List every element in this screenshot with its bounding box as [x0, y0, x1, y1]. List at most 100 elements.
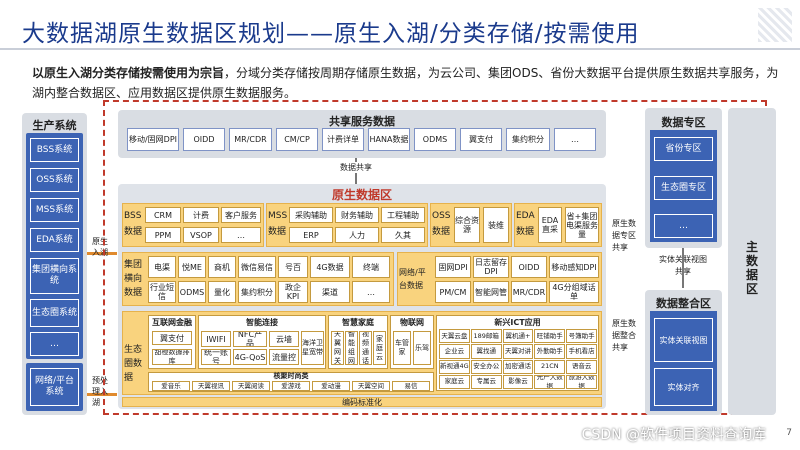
shared-item-dpi: 移动/固网DPI — [127, 128, 179, 151]
production-item-more: … — [30, 332, 79, 356]
mss-label: MSS数据 — [268, 211, 288, 237]
eco-ict-item: 手机看店 — [566, 344, 597, 359]
group-label: 集团横向数据 — [124, 260, 143, 298]
eco-home-gateway: 天翼网关 — [331, 331, 344, 365]
net-oidd: OIDD — [511, 256, 547, 278]
eco-fashion-item: 爱游戏 — [272, 381, 310, 391]
group-kpi: 政企KPI — [278, 281, 308, 303]
eco-iot-title: 物联网 — [400, 318, 424, 327]
shared-item-billing: 计费详单 — [322, 128, 364, 151]
eco-home-cloud: 家庭云 — [373, 331, 386, 365]
eco-smart-nfc: NFC产品 — [233, 331, 267, 347]
shared-item-cmcp: CM/CP — [276, 128, 318, 151]
group-114: 号百 — [278, 256, 308, 278]
eco-smart-title: 智能连接 — [246, 318, 278, 327]
eco-ict-item: 翼机通+ — [502, 329, 534, 344]
share-label: 数据共享 — [338, 162, 374, 173]
eco-ict-item: 家庭云 — [439, 374, 470, 389]
eco-label: 生态圈数据 — [124, 345, 143, 383]
shared-title: 共享服务数据 — [329, 115, 395, 128]
integrate-title: 数据整合区 — [656, 297, 711, 310]
eda-label: EDA数据 — [516, 211, 535, 237]
eco-smart-qos: 4G-QoS — [233, 349, 267, 365]
eco-fashion-item: 天翼视讯 — [192, 381, 230, 391]
eco-fashion-row: 爱音乐 天翼视讯 天翼阅读 爱游戏 爱动漫 天翼空间 易信 — [152, 381, 430, 391]
domain-title: 数据专区 — [661, 116, 706, 129]
page-number: 7 — [786, 428, 792, 438]
mss-jiuqi: 久其 — [381, 227, 425, 243]
group-quant: 量化 — [208, 281, 236, 303]
corner-decoration — [758, 8, 792, 42]
eda-direct: EDA直采 — [538, 207, 562, 243]
eco-ict-item: 专属云 — [470, 374, 502, 389]
oss-install: 装维 — [483, 207, 509, 243]
encoding-label: 编码标准化 — [342, 397, 382, 407]
net-fixed-dpi: 固网DPI — [435, 256, 471, 278]
eco-ict-item: 翼找通 — [470, 344, 502, 359]
eco-ict-item: 旺铺助手 — [534, 329, 566, 344]
group-terminal: 终端 — [352, 256, 390, 278]
eco-ict-item: 天翼云盘 — [439, 329, 470, 344]
integrate-item-view: 实体关联视图 — [654, 318, 713, 362]
watermark: CSDN @软件项目资料查询库 — [581, 427, 766, 443]
group-odms: ODMS — [178, 281, 206, 303]
eco-smart-flow: 流量控 — [269, 349, 299, 365]
mss-engineering: 工程辅助 — [381, 207, 425, 223]
eco-finance-bestpay: 翼支付 — [152, 331, 192, 345]
bss-crm: CRM — [145, 207, 181, 223]
integrate-item-align: 实体对齐 — [654, 368, 713, 406]
net-mobile-dpi: 移动感知DPI — [549, 256, 599, 278]
eco-ict-item: 189邮箱 — [470, 329, 502, 344]
eco-fashion-item: 易信 — [392, 381, 430, 391]
group-yueme: 悦ME — [178, 256, 206, 278]
page-title: 大数据湖原生数据区规划——原生入湖/分类存储/按需使用 — [22, 21, 640, 47]
title-divider — [0, 48, 800, 50]
entity-arrow — [682, 248, 684, 288]
eco-ict-item: 语音云 — [566, 359, 597, 374]
eco-iot-car: 车管家 — [393, 331, 411, 365]
eco-ict-item: 新视通4G — [439, 359, 470, 374]
net-nms: 智能网管 — [473, 281, 509, 303]
network-system: 网络/平台系统 — [30, 368, 79, 406]
eco-smart-account: 统一账号 — [201, 349, 231, 365]
intro-bold: 以原生入湖分类存储按需使用为宗旨 — [32, 66, 225, 80]
domain-item-province: 省份专区 — [654, 137, 713, 161]
eco-home-title: 智慧家庭 — [342, 318, 374, 327]
intro-text: 以原生入湖分类存储按需使用为宗旨，分域分类存储按周期存储原生数据，为云公司、集团… — [32, 63, 784, 103]
eco-smart-iwifi: IWIFI — [201, 331, 231, 347]
eco-smart-ocean: 海洋卫星宽带 — [301, 331, 324, 365]
eco-ict-item: 21CN — [534, 359, 566, 374]
group-channel: 渠道 — [310, 281, 350, 303]
eco-ict-item: 光产大数据 — [534, 374, 566, 389]
net-4g-cdr: 4G分组域话单 — [549, 281, 599, 303]
eco-ict-item: 外勤助手 — [534, 344, 566, 359]
shared-item-bestpay: 翼支付 — [460, 128, 502, 151]
eco-ict-item: 加密通话 — [502, 359, 534, 374]
group-sms: 行业短信 — [148, 281, 176, 303]
raw-title: 原生数据区 — [331, 188, 392, 202]
production-title: 生产系统 — [32, 119, 77, 132]
bss-service: 客户服务 — [221, 207, 261, 223]
group-points: 集约积分 — [238, 281, 276, 303]
share-domain-label: 原生数据专区共享 — [612, 219, 636, 252]
mss-finance: 财务辅助 — [335, 207, 379, 223]
production-item-group: 集团横向系统 — [30, 258, 79, 294]
net-log-dpi: 日志留存DPI — [473, 256, 509, 278]
mss-erp: ERP — [289, 227, 333, 243]
domain-item-more: … — [654, 214, 713, 238]
group-biz: 商机 — [208, 256, 236, 278]
eco-ict-item: 天翼对讲 — [502, 344, 534, 359]
bss-label: BSS数据 — [124, 211, 143, 237]
group-echannel: 电渠 — [148, 256, 176, 278]
production-item-mss: MSS系统 — [30, 198, 79, 222]
oss-label: OSS数据 — [432, 211, 451, 237]
shared-item-hana: HANA数据 — [368, 128, 410, 151]
master-title: 主数据区 — [745, 240, 758, 296]
mss-purchase: 采购辅助 — [289, 207, 333, 223]
eco-ict-item: 旅游大数据 — [566, 374, 597, 389]
eco-ict-item: 企业云 — [439, 344, 470, 359]
eco-ict-item: 影像云 — [502, 374, 534, 389]
net-mrcdr: MR/CDR — [511, 281, 547, 303]
shared-item-more: … — [554, 128, 596, 151]
production-item-eda: EDA系统 — [30, 228, 79, 252]
